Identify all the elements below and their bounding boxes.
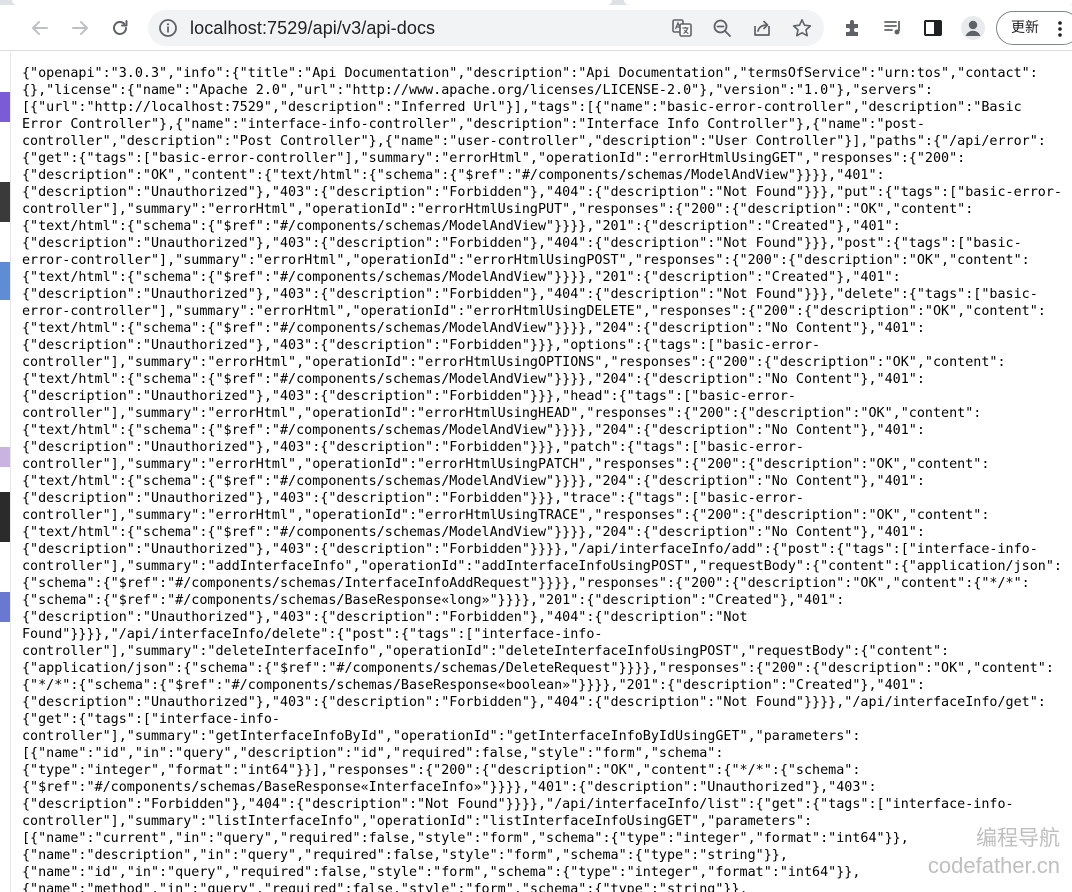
puzzle-icon: [846, 20, 858, 36]
json-text-line: {"description":"Unauthorized"},"403":{"d…: [22, 389, 796, 404]
left-edge-strip: [0, 52, 11, 892]
json-text-line: Error Controller"},{"name":"interface-in…: [22, 117, 925, 132]
edge-fragment: [0, 592, 10, 622]
json-text-line: {"description":"Unauthorized"},"403":{"d…: [22, 440, 804, 455]
json-text-line: {"description":"Unauthorized"},"403":{"d…: [22, 185, 1062, 200]
zoom-button[interactable]: [710, 16, 734, 40]
json-text-line: Found"}}}},"/api/interfaceInfo/delete":{…: [22, 627, 603, 642]
json-text-line: {"text/html":{"schema":{"$ref":"#/compon…: [22, 474, 925, 489]
json-text-line: controller"],"summary":"addInterfaceInfo…: [22, 559, 1062, 574]
forward-arrow-icon: [72, 21, 88, 35]
profile-button[interactable]: [957, 12, 989, 44]
json-text-line: {"*/*":{"schema":{"$ref":"#/components/s…: [22, 678, 925, 693]
json-text-line: {"text/html":{"schema":{"$ref":"#/compon…: [22, 321, 925, 336]
json-text-line: controller"],"summary":"getInterfaceInfo…: [22, 729, 861, 744]
translate-button[interactable]: [670, 16, 694, 40]
json-text-line: error-controller"],"summary":"errorHtml"…: [22, 304, 1046, 319]
json-text-line: controller"],"summary":"deleteInterfaceI…: [22, 644, 950, 659]
translate-icon: [672, 19, 692, 37]
edge-fragment: [0, 262, 10, 300]
json-text-line: {"type":"integer","format":"int64"}}],"r…: [22, 763, 861, 778]
json-text-line: {"description":"Forbidden"},"404":{"desc…: [22, 797, 1014, 812]
kebab-menu-icon[interactable]: [1057, 20, 1063, 38]
json-text-line: {"name":"method","in":"query","required"…: [22, 882, 748, 892]
json-text-line: {"schema":{"$ref":"#/components/schemas/…: [22, 593, 845, 608]
json-text-line: controller","description":"Post Controll…: [22, 134, 1046, 149]
json-text-line: {"text/html":{"schema":{"$ref":"#/compon…: [22, 423, 925, 438]
reload-icon: [113, 20, 128, 35]
json-text-line: {"text/html":{"schema":{"$ref":"#/compon…: [22, 372, 925, 387]
json-text-line: controller"],"summary":"errorHtml","oper…: [22, 406, 982, 421]
back-button[interactable]: [24, 12, 56, 44]
json-text-line: [{"name":"id","in":"query","description"…: [22, 746, 724, 761]
json-text-line: {"text/html":{"schema":{"$ref":"#/compon…: [22, 219, 901, 234]
side-panel-icon: [924, 20, 942, 36]
url-text[interactable]: localhost:7529/api/v3/api-docs: [190, 10, 435, 46]
json-text-line: controller"],"summary":"errorHtml","oper…: [22, 202, 974, 217]
update-label: 更新: [1011, 20, 1039, 36]
json-text-line: {"name":"id","in":"query","required":fal…: [22, 865, 861, 880]
edge-fragment: [0, 182, 10, 222]
share-icon: [754, 20, 770, 36]
json-text-line: {"description":"OK","content":{"text/htm…: [22, 168, 885, 183]
json-text-line: {"description":"Unauthorized"},"403":{"d…: [22, 338, 821, 353]
media-control-button[interactable]: [877, 12, 909, 44]
edge-fragment: [0, 492, 10, 542]
extensions-button[interactable]: [837, 12, 869, 44]
json-text-line: {"application/json":{"schema":{"$ref":"#…: [22, 661, 1054, 676]
json-text-line: {"description":"Unauthorized"},"403":{"d…: [22, 287, 1038, 302]
site-info-icon[interactable]: [158, 18, 178, 38]
update-button[interactable]: 更新: [996, 11, 1072, 45]
profile-icon: [961, 16, 985, 40]
json-text-line: error-controller"],"summary":"errorHtml"…: [22, 253, 1030, 268]
json-text-line: {"description":"Unauthorized"},"403":{"d…: [22, 542, 1038, 557]
json-text-line: {"openapi":"3.0.3","info":{"title":"Api …: [22, 66, 1038, 81]
watermark-en: codefather.cn: [927, 853, 1060, 878]
json-text-line: [{"name":"current","in":"query","require…: [22, 831, 909, 846]
json-text-line: {"text/html":{"schema":{"$ref":"#/compon…: [22, 270, 901, 285]
json-text-line: {},"license":{"name":"Apache 2.0","url":…: [22, 83, 933, 98]
edge-fragment: [0, 447, 10, 467]
back-arrow-icon: [32, 21, 48, 35]
edge-fragment: [0, 92, 10, 122]
watermark: 编程导航 codefather.cn: [928, 824, 1060, 880]
json-text-line: {"text/html":{"schema":{"$ref":"#/compon…: [22, 525, 925, 540]
json-text-line: {"get":{"tags":["basic-error-controller"…: [22, 151, 966, 166]
zoom-icon: [713, 19, 731, 37]
address-bar[interactable]: localhost:7529/api/v3/api-docs: [148, 10, 824, 46]
json-text-line: [{"url":"http://localhost:7529","descrip…: [22, 100, 1022, 115]
json-text-line: {"description":"Unauthorized"},"403":{"d…: [22, 236, 1022, 251]
share-button[interactable]: [750, 16, 774, 40]
json-text-line: {"$ref":"#/components/schemas/BaseRespon…: [22, 780, 877, 795]
page-content: {"openapi":"3.0.3","info":{"title":"Api …: [0, 52, 1072, 892]
json-text-line: controller"],"summary":"errorHtml","oper…: [22, 457, 990, 472]
json-text-line: {"schema":{"$ref":"#/components/schemas/…: [22, 576, 1030, 591]
json-text-line: controller"],"summary":"errorHtml","oper…: [22, 355, 1006, 370]
media-control-icon: [884, 21, 900, 35]
side-panel-button[interactable]: [917, 12, 949, 44]
json-text-line: {"description":"Unauthorized"},"403":{"d…: [22, 610, 748, 625]
json-response-text: {"openapi":"3.0.3","info":{"title":"Api …: [22, 65, 1068, 892]
json-text-line: {"get":{"tags":["interface-info-: [22, 712, 280, 727]
json-text-line: {"description":"Unauthorized"},"403":{"d…: [22, 491, 804, 506]
json-text-line: {"name":"description","in":"query","requ…: [22, 848, 788, 863]
bookmark-button[interactable]: [790, 16, 814, 40]
watermark-cn: 编程导航: [976, 826, 1060, 850]
forward-button[interactable]: [64, 12, 96, 44]
json-text-line: controller"],"summary":"listInterfaceInf…: [22, 814, 813, 829]
browser-toolbar: localhost:7529/api/v3/api-docs 更新: [0, 5, 1072, 51]
json-text-line: controller"],"summary":"errorHtml","oper…: [22, 508, 990, 523]
json-text-line: {"description":"Unauthorized"},"403":{"d…: [22, 695, 1046, 710]
star-icon: [792, 19, 812, 37]
reload-button[interactable]: [104, 12, 136, 44]
